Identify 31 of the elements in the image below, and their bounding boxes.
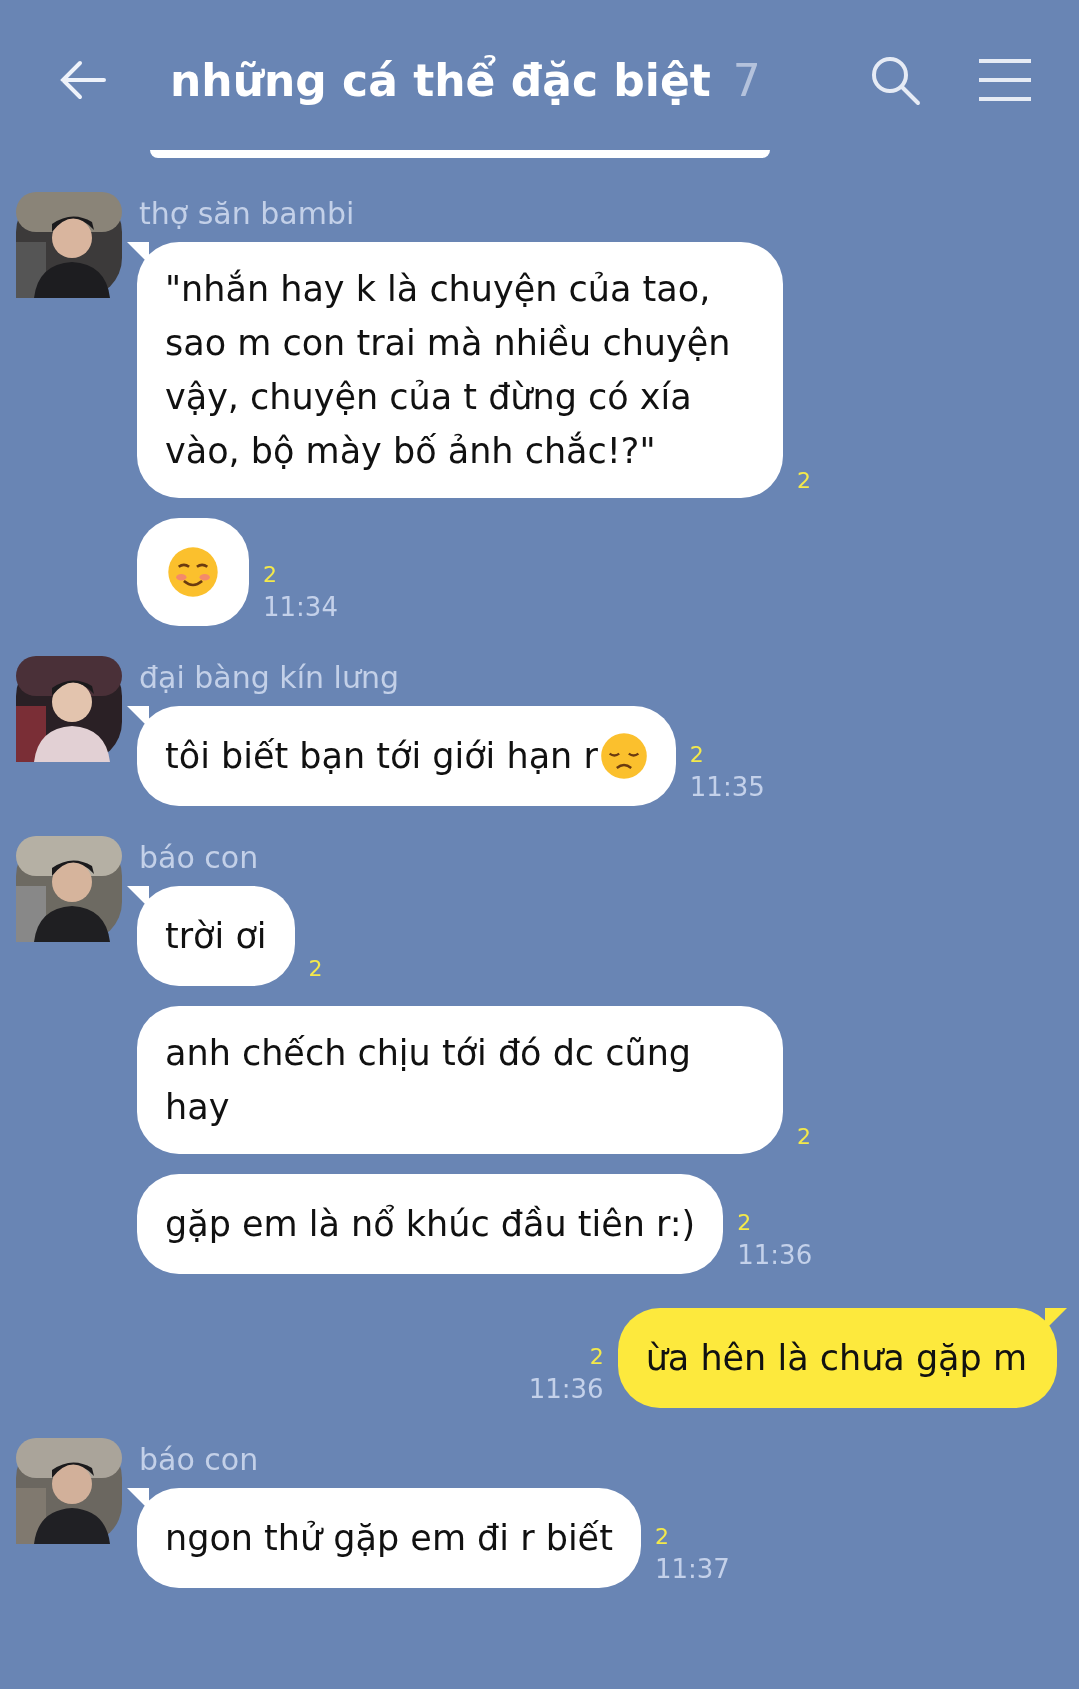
back-arrow-icon[interactable]	[58, 60, 108, 100]
read-count: 2	[654, 1523, 669, 1551]
read-count: 2	[263, 561, 277, 589]
timestamp: 11:34	[263, 591, 338, 624]
timestamp: 11:36	[528, 1373, 604, 1406]
read-count: 2	[797, 467, 811, 495]
message-text: gặp em là nổ khúc đầu tiên r:)	[165, 1203, 696, 1246]
read-count: 2	[308, 955, 323, 983]
sad-face-icon	[599, 732, 648, 780]
timestamp: 11:37	[654, 1553, 730, 1586]
message-text: ngon thử gặp em đi r biết	[165, 1517, 613, 1560]
message-text: tôi biết bạn tới giới hạn r	[165, 735, 598, 778]
timestamp: 11:35	[689, 771, 765, 804]
sender-name: đại bàng kín lưng	[139, 660, 400, 696]
smiling-face-icon	[167, 546, 219, 598]
message-text: ừa hên là chưa gặp m	[645, 1337, 1027, 1380]
message-text: anh chếch chịu tới đó dc cũng hay	[165, 1032, 693, 1129]
message-text: trời ơi	[165, 915, 267, 958]
search-icon[interactable]	[869, 54, 921, 106]
member-count: 7	[732, 54, 761, 106]
message-text: "nhắn hay k là chuyện của tao, sao m con trai mà nhiều chuyện vậy, chuyện của t đừng có xía vào, bộ mày bố ảnh chắc!?"	[165, 268, 732, 473]
read-count: 2	[589, 1343, 604, 1371]
timestamp: 11:36	[737, 1239, 813, 1272]
menu-icon[interactable]	[977, 58, 1033, 102]
read-count: 2	[797, 1123, 811, 1151]
chat-title: những cá thể đặc biệt	[170, 54, 711, 106]
read-count: 2	[737, 1209, 752, 1237]
sender-name: thợ săn bambi	[139, 196, 356, 232]
sender-name: báo con	[139, 840, 260, 876]
sender-name: báo con	[139, 1442, 260, 1478]
read-count: 2	[689, 741, 704, 769]
